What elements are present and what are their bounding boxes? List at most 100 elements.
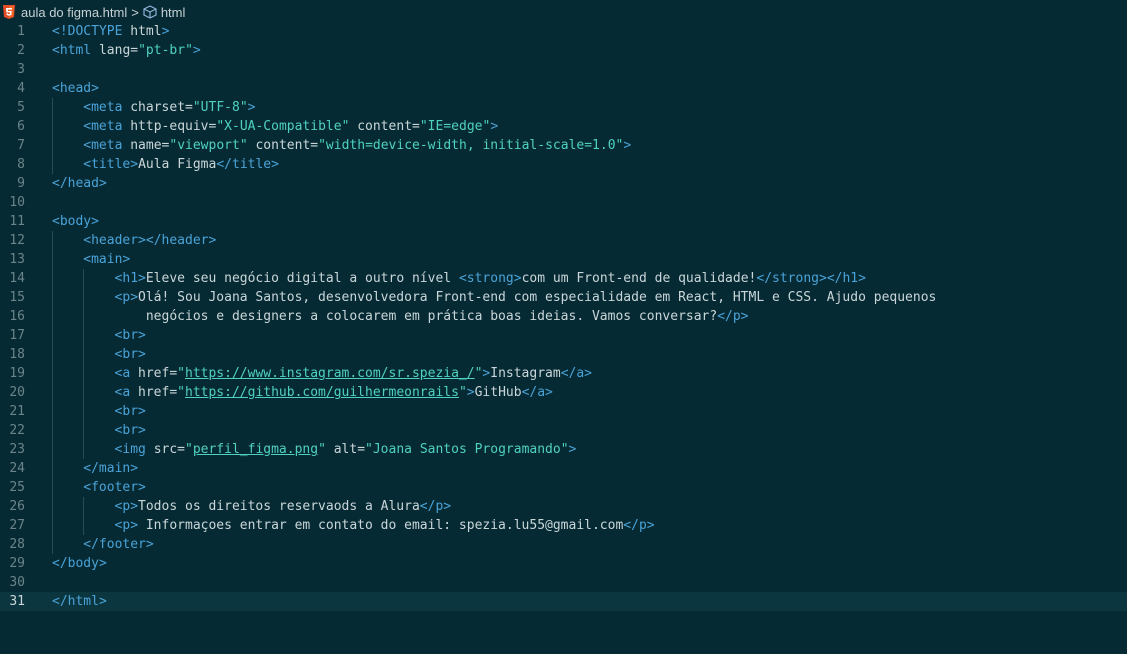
indent-guide (83, 345, 85, 364)
code-line[interactable]: 31 </html> (0, 592, 1127, 611)
code-text: <meta charset="UTF-8"> (83, 100, 256, 115)
line-number: 24 (9, 461, 25, 476)
indent-guide (83, 383, 85, 402)
code-editor[interactable]: 1 <!DOCTYPE html> 2 <html lang="pt-br"> 3 4 <h… (0, 22, 1127, 611)
code-text: <meta http-equiv="X-UA-Compatible" conte… (83, 119, 499, 134)
code-text: <title>Aula Figma</title> (83, 157, 279, 172)
code-text: <a href="https://www.instagram.com/sr.sp… (114, 366, 593, 381)
indent-guide (52, 516, 53, 535)
line-number: 1 (17, 24, 25, 39)
indent-guide (83, 307, 85, 326)
code-text: <main> (83, 252, 131, 267)
code-line[interactable]: 7 <meta name="viewport" content="width=de… (0, 136, 1127, 155)
indent-guide (52, 117, 53, 136)
code-text: <body> (52, 214, 99, 229)
breadcrumb-symbol[interactable]: html (161, 5, 186, 20)
indent-guide (52, 364, 53, 383)
line-number: 27 (9, 518, 25, 533)
breadcrumb-file[interactable]: aula do figma.html (21, 5, 127, 20)
code-line[interactable]: 8 <title>Aula Figma</title> (0, 155, 1127, 174)
code-text: </html> (52, 594, 107, 609)
indent-guide (83, 421, 85, 440)
code-line[interactable]: 13 <main> (0, 250, 1127, 269)
code-line[interactable]: 23 <img src="perfil_figma.png" alt="Joana… (0, 440, 1127, 459)
indent-guide (52, 288, 53, 307)
indent-guide (52, 459, 53, 478)
indent-guide (83, 364, 85, 383)
code-line[interactable]: 22 <br> (0, 421, 1127, 440)
code-line[interactable]: 15 <p>Olá! Sou Joana Santos, desenvolvedo… (0, 288, 1127, 307)
code-line[interactable]: 2 <html lang="pt-br"> (0, 41, 1127, 60)
indent-guide (52, 250, 53, 269)
code-line[interactable]: 16 negócios e designers a colocarem em p… (0, 307, 1127, 326)
code-line[interactable]: 12 <header></header> (0, 231, 1127, 250)
indent-guide (52, 478, 53, 497)
line-number: 15 (9, 290, 25, 305)
indent-guide (52, 440, 53, 459)
code-line[interactable]: 30 (0, 573, 1127, 592)
code-line[interactable]: 28 </footer> (0, 535, 1127, 554)
code-text: <p> Informaçoes entrar em contato do ema… (114, 518, 655, 533)
indent-guide (52, 383, 53, 402)
code-line[interactable]: 29 </body> (0, 554, 1127, 573)
line-number: 11 (9, 214, 25, 229)
code-text: <h1>Eleve seu negócio digital a outro ní… (114, 271, 866, 286)
line-number: 2 (17, 43, 25, 58)
code-text: <img src="perfil_figma.png" alt="Joana S… (114, 442, 577, 457)
code-line[interactable]: 6 <meta http-equiv="X-UA-Compatible" cont… (0, 117, 1127, 136)
code-line[interactable]: 4 <head> (0, 79, 1127, 98)
code-line[interactable]: 21 <br> (0, 402, 1127, 421)
code-text: negócios e designers a colocarem em prát… (114, 309, 749, 324)
indent-guide (52, 421, 53, 440)
code-text: <!DOCTYPE html> (52, 24, 170, 39)
code-text: <p>Olá! Sou Joana Santos, desenvolvedora… (114, 290, 937, 305)
indent-guide (83, 402, 85, 421)
indent-guide (52, 98, 53, 117)
code-line[interactable]: 25 <footer> (0, 478, 1127, 497)
code-text: </footer> (83, 537, 154, 552)
code-text: <a href="https://github.com/guilhermeonr… (114, 385, 553, 400)
code-line[interactable]: 27 <p> Informaçoes entrar em contato do e… (0, 516, 1127, 535)
indent-guide (83, 516, 85, 535)
code-line[interactable]: 14 <h1>Eleve seu negócio digital a outro … (0, 269, 1127, 288)
indent-guide (83, 326, 85, 345)
line-number: 31 (9, 594, 25, 609)
code-line[interactable]: 5 <meta charset="UTF-8"> (0, 98, 1127, 117)
breadcrumb-separator: > (131, 4, 139, 20)
code-line[interactable]: 10 (0, 193, 1127, 212)
code-line[interactable]: 17 <br> (0, 326, 1127, 345)
code-line[interactable]: 19 <a href="https://www.instagram.com/sr.… (0, 364, 1127, 383)
code-text: </head> (52, 176, 107, 191)
code-line[interactable]: 3 (0, 60, 1127, 79)
line-number: 3 (17, 62, 25, 77)
line-number: 13 (9, 252, 25, 267)
code-text: </main> (83, 461, 139, 476)
code-line[interactable]: 9 </head> (0, 174, 1127, 193)
code-line[interactable]: 11 <body> (0, 212, 1127, 231)
line-number: 10 (9, 195, 25, 210)
code-text: <br> (114, 347, 146, 362)
line-number: 20 (9, 385, 25, 400)
code-text: <p>Todos os direitos reservaods a Alura<… (114, 499, 452, 514)
line-number: 21 (9, 404, 25, 419)
html5-icon (3, 5, 15, 19)
code-text: <header></header> (83, 233, 217, 248)
code-text: <br> (114, 423, 146, 438)
line-number: 22 (9, 423, 25, 438)
line-number: 19 (9, 366, 25, 381)
code-text: <head> (52, 81, 99, 96)
line-number: 9 (17, 176, 25, 191)
line-number: 5 (17, 100, 25, 115)
line-number: 17 (9, 328, 25, 343)
indent-guide (52, 307, 53, 326)
code-line[interactable]: 24 </main> (0, 459, 1127, 478)
code-line[interactable]: 18 <br> (0, 345, 1127, 364)
line-number: 26 (9, 499, 25, 514)
indent-guide (83, 497, 85, 516)
indent-guide (52, 497, 53, 516)
line-number: 16 (9, 309, 25, 324)
indent-guide (52, 402, 53, 421)
code-line[interactable]: 1 <!DOCTYPE html> (0, 22, 1127, 41)
code-line[interactable]: 26 <p>Todos os direitos reservaods a Alur… (0, 497, 1127, 516)
code-line[interactable]: 20 <a href="https://github.com/guilhermeo… (0, 383, 1127, 402)
